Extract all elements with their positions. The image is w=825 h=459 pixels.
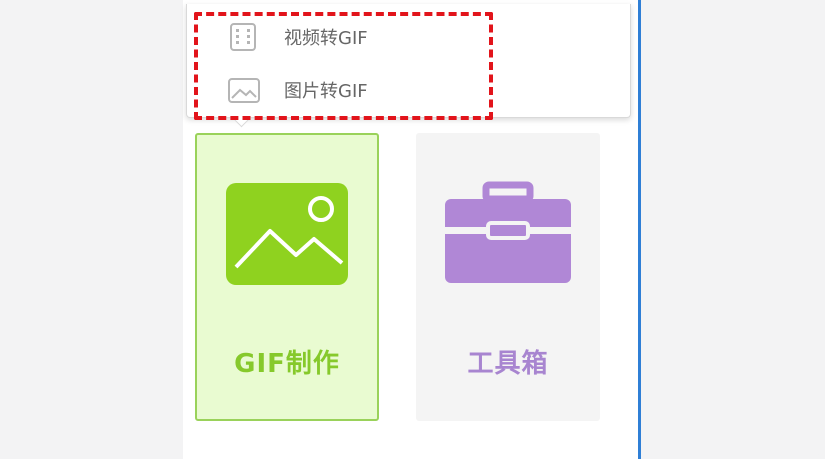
toolbox-icon: [418, 181, 598, 287]
gif-image-icon: [197, 181, 377, 287]
menu-item-image-to-gif[interactable]: 图片转GIF: [226, 75, 368, 105]
tile-gif-maker[interactable]: GIF制作: [195, 133, 379, 421]
screenshot-frame: 视频转GIF 图片转GIF GIF制作 工具箱: [0, 0, 825, 459]
tile-label: GIF制作: [234, 349, 340, 379]
menu-item-label: 视频转GIF: [284, 28, 368, 49]
video-file-icon: [226, 22, 262, 52]
menu-item-label: 图片转GIF: [284, 81, 368, 102]
window-edge: [638, 0, 641, 459]
tile-label: 工具箱: [467, 349, 549, 379]
image-icon: [226, 75, 262, 105]
tile-toolbox[interactable]: 工具箱: [416, 133, 600, 421]
menu-item-video-to-gif[interactable]: 视频转GIF: [226, 22, 368, 52]
